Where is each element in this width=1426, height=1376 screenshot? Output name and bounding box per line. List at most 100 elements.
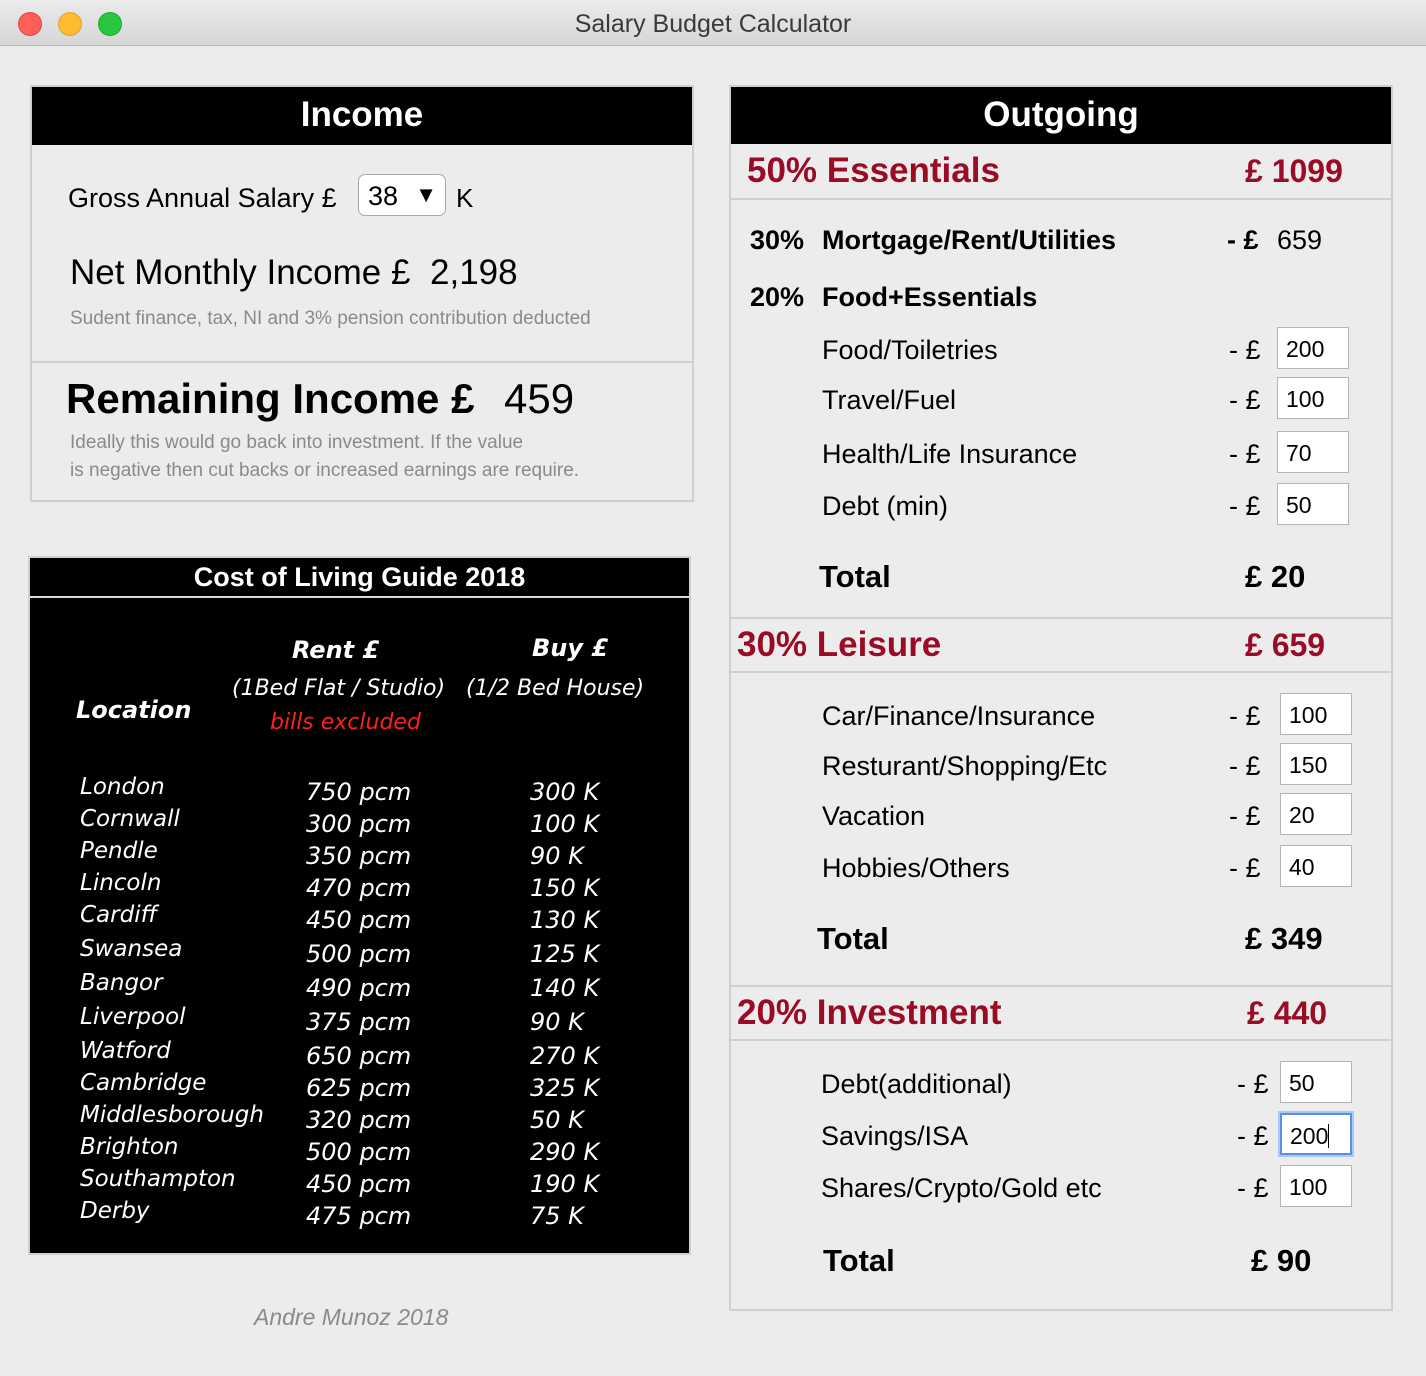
guide-location: London <box>80 774 165 800</box>
gross-salary-select[interactable]: 38 ▼ <box>358 174 446 216</box>
essentials-total-label: Total <box>819 559 891 594</box>
essentials-amount-input[interactable]: 200 <box>1277 327 1349 369</box>
leisure-amount-input[interactable]: 100 <box>1280 693 1352 735</box>
guide-location: Cardiff <box>80 902 158 928</box>
essentials-item-label: Travel/Fuel <box>822 385 957 415</box>
food-essentials-label: Food+Essentials <box>822 282 1038 312</box>
investment-item-label: Savings/ISA <box>821 1121 969 1151</box>
investment-amount-input[interactable]: 50 <box>1280 1061 1352 1103</box>
pound-prefix: - £ <box>1237 1069 1269 1099</box>
essentials-amount-input[interactable]: 100 <box>1277 377 1349 419</box>
investment-amount-value: 50 <box>1289 1070 1315 1096</box>
guide-buy: 290 K <box>530 1138 600 1166</box>
guide-rent: 475 pcm <box>306 1202 412 1230</box>
pound-prefix: - £ <box>1229 491 1261 521</box>
guide-col-rent-note: bills excluded <box>270 710 421 735</box>
guide-rent: 450 pcm <box>306 1170 412 1198</box>
essentials-amount-input[interactable]: 50 <box>1277 483 1349 525</box>
net-monthly-income-value: 2,198 <box>430 253 518 292</box>
net-monthly-income-label: Net Monthly Income £ <box>70 253 411 292</box>
pound-prefix: - £ <box>1229 439 1261 469</box>
gross-salary-selected-value: 38 <box>368 181 399 211</box>
dropdown-arrow-icon: ▼ <box>415 182 437 207</box>
investment-item-label: Debt(additional) <box>821 1069 1012 1099</box>
pound-prefix: - £ <box>1229 853 1261 883</box>
guide-buy: 150 K <box>530 874 600 902</box>
guide-location: Derby <box>80 1198 150 1224</box>
investment-divider <box>731 1039 1391 1041</box>
leisure-amount: £ 659 <box>1245 627 1326 663</box>
guide-buy: 140 K <box>530 974 600 1002</box>
guide-location: Pendle <box>80 838 158 864</box>
guide-col-rent-sub: (1Bed Flat / Studio) <box>232 676 446 701</box>
author-credit: Andre Munoz 2018 <box>254 1304 449 1330</box>
investment-amount-input[interactable]: 200 <box>1280 1113 1352 1155</box>
mortgage-value: 659 <box>1277 225 1323 255</box>
guide-buy: 90 K <box>530 842 584 870</box>
leisure-amount-value: 40 <box>1289 854 1315 880</box>
guide-buy: 325 K <box>530 1074 600 1102</box>
investment-amount-input[interactable]: 100 <box>1280 1165 1352 1207</box>
leisure-amount-input[interactable]: 40 <box>1280 845 1352 887</box>
remaining-income-note-line-1: Ideally this would go back into investme… <box>70 432 524 453</box>
guide-col-buy: Buy £ <box>532 634 609 662</box>
guide-buy: 300 K <box>530 778 600 806</box>
guide-rent: 470 pcm <box>306 874 412 902</box>
guide-buy: 270 K <box>530 1042 600 1070</box>
guide-col-location: Location <box>76 696 192 724</box>
income-panel: Income Gross Annual Salary £ K Net Month… <box>30 85 694 502</box>
essentials-item-label: Health/Life Insurance <box>822 439 1078 469</box>
guide-location: Bangor <box>80 970 163 996</box>
guide-location: Watford <box>80 1038 171 1064</box>
guide-rent: 500 pcm <box>306 940 412 968</box>
essentials-title: 50% Essentials <box>747 151 1000 190</box>
pound-prefix: - £ <box>1229 385 1261 415</box>
guide-rent: 350 pcm <box>306 842 412 870</box>
leisure-item-label: Vacation <box>822 801 926 831</box>
guide-location: Southampton <box>80 1166 236 1192</box>
guide-buy: 75 K <box>530 1202 584 1230</box>
guide-buy: 50 K <box>530 1106 584 1134</box>
leisure-top-divider <box>731 617 1391 619</box>
investment-item-label: Shares/Crypto/Gold etc <box>821 1173 1102 1203</box>
remaining-income-value: 459 <box>504 375 575 422</box>
window-titlebar: Salary Budget Calculator <box>0 0 1426 46</box>
essentials-amount-value: 100 <box>1286 386 1325 412</box>
income-divider <box>32 361 692 363</box>
income-header: Income <box>32 87 692 145</box>
investment-amount: £ 440 <box>1247 995 1328 1031</box>
pound-prefix: - £ <box>1237 1121 1269 1151</box>
investment-total-value: £ 90 <box>1251 1243 1312 1278</box>
guide-location: Lincoln <box>80 870 162 896</box>
guide-buy: 100 K <box>530 810 600 838</box>
guide-rent: 490 pcm <box>306 974 412 1002</box>
guide-col-buy-sub: (1/2 Bed House) <box>466 676 645 701</box>
leisure-amount-value: 150 <box>1289 752 1328 778</box>
guide-buy: 190 K <box>530 1170 600 1198</box>
essentials-amount-input[interactable]: 70 <box>1277 431 1349 473</box>
essentials-divider <box>731 198 1391 200</box>
text-cursor <box>1328 1124 1330 1148</box>
leisure-title: 30% Leisure <box>737 625 942 664</box>
guide-location: Swansea <box>80 936 183 962</box>
guide-location: Cambridge <box>80 1070 207 1096</box>
guide-buy: 125 K <box>530 940 600 968</box>
leisure-amount-input[interactable]: 150 <box>1280 743 1352 785</box>
mortgage-prefix: - £ <box>1227 225 1259 255</box>
pound-prefix: - £ <box>1229 701 1261 731</box>
remaining-income-label: Remaining Income £ <box>66 375 475 422</box>
mortgage-percent: 30% <box>750 225 805 255</box>
net-income-note: Sudent finance, tax, NI and 3% pension c… <box>70 308 591 329</box>
pound-prefix: - £ <box>1229 801 1261 831</box>
essentials-amount-value: 50 <box>1286 492 1312 518</box>
investment-amount-value: 100 <box>1289 1174 1328 1200</box>
essentials-amount-value: 200 <box>1286 336 1325 362</box>
leisure-item-label: Hobbies/Others <box>822 853 1010 883</box>
guide-buy: 130 K <box>530 906 600 934</box>
leisure-amount-value: 20 <box>1289 802 1315 828</box>
pound-prefix: - £ <box>1229 751 1261 781</box>
guide-rent: 300 pcm <box>306 810 412 838</box>
guide-col-rent: Rent £ <box>292 636 380 664</box>
leisure-amount-input[interactable]: 20 <box>1280 793 1352 835</box>
investment-total-label: Total <box>823 1243 895 1278</box>
